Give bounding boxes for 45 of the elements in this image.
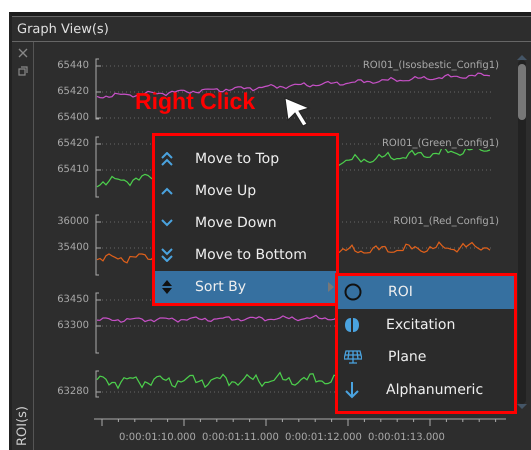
mouse-pointer-icon xyxy=(283,96,311,128)
brain-icon xyxy=(344,316,360,333)
y-axis xyxy=(96,292,102,354)
menu-item[interactable]: Move Up xyxy=(155,175,336,207)
menu-item[interactable]: Excitation xyxy=(338,308,514,341)
y-axis xyxy=(96,214,102,276)
scrollbar-thumb[interactable] xyxy=(518,64,526,120)
menu-item[interactable]: Move to Bottom xyxy=(155,239,336,271)
panel-title: Graph View(s) xyxy=(17,22,109,36)
side-label: ROI(s) xyxy=(15,406,30,446)
down-arrow-icon xyxy=(344,380,360,399)
time-tick-label: 0:00:01:12.000 xyxy=(285,432,359,443)
menu-item[interactable]: Alphanumeric xyxy=(338,374,514,406)
time-tick-label: 0:00:01:13.000 xyxy=(368,432,442,443)
axis-tick-label: 65420 xyxy=(57,138,89,150)
axis-tick-label: 35400 xyxy=(57,242,89,254)
y-axis xyxy=(96,136,102,198)
axis-tick-label: 65420 xyxy=(57,86,89,98)
time-tick-label: 0:00:01:11.000 xyxy=(202,432,276,443)
sort-icon xyxy=(161,279,173,295)
y-axis xyxy=(96,58,102,120)
axis-tick-label: 65410 xyxy=(57,164,89,176)
axis-tick-label: 63280 xyxy=(57,386,89,398)
trace-label: ROI01_(Isosbestic_Config1) xyxy=(360,60,501,71)
menu-item[interactable]: Plane xyxy=(338,341,514,374)
menu-item[interactable]: ROI xyxy=(338,276,514,308)
close-icon[interactable] xyxy=(18,48,28,58)
menu-item[interactable]: Move Down xyxy=(155,207,336,239)
trace-label: ROI01_(Red_Config1) xyxy=(391,216,501,227)
time-tick-label: 0:00:01:10.000 xyxy=(119,432,193,443)
y-axis xyxy=(96,370,102,398)
menu-item[interactable]: Sort By xyxy=(155,271,336,303)
double-up-chevron-icon xyxy=(161,152,173,166)
axis-tick-label: 65440 xyxy=(57,60,89,72)
axis-tick-label: 63300 xyxy=(57,320,89,332)
trace-label: ROI01_(Green_Config1) xyxy=(380,138,501,149)
axis-tick-label: 36000 xyxy=(57,216,89,228)
annotation-text: Right Click xyxy=(135,88,256,115)
solar-panel-icon xyxy=(344,349,362,366)
restore-icon[interactable] xyxy=(18,66,28,76)
axis-tick-label: 65400 xyxy=(57,112,89,124)
double-down-chevron-icon xyxy=(161,248,173,262)
menu-item[interactable]: Move to Top xyxy=(155,143,336,175)
circle-icon xyxy=(344,283,362,302)
axis-tick-label: 63450 xyxy=(57,294,89,306)
